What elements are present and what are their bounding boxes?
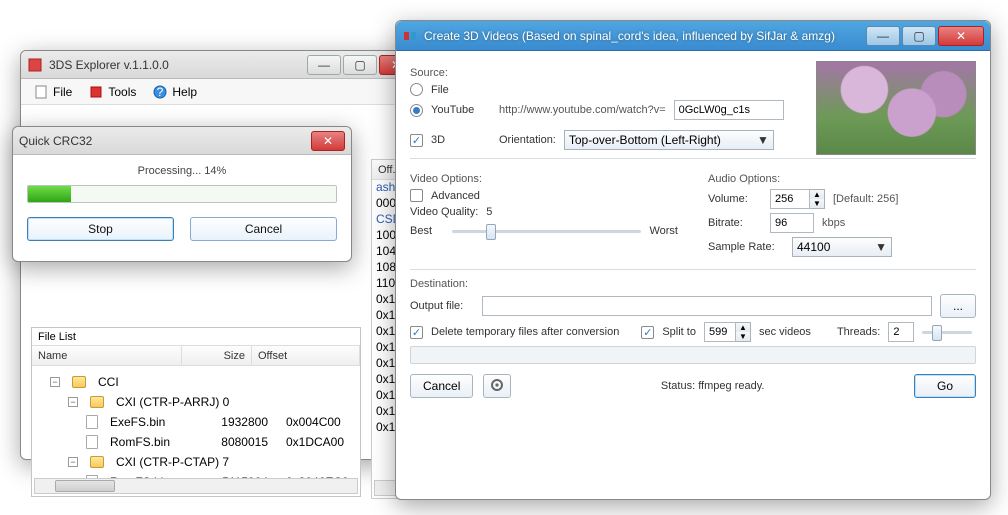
source-youtube-radio[interactable] bbox=[410, 104, 423, 117]
threed-checkbox[interactable] bbox=[410, 134, 423, 147]
audio-options-label: Audio Options: bbox=[708, 173, 976, 185]
chevron-up-icon[interactable]: ▲ bbox=[810, 190, 824, 199]
samplerate-select[interactable]: 44100▼ bbox=[792, 237, 892, 257]
chevron-up-icon[interactable]: ▲ bbox=[736, 323, 750, 332]
bitrate-unit: kbps bbox=[822, 217, 845, 229]
tree-folder-cxi0[interactable]: −CXI (CTR-P-ARRJ) 0 bbox=[36, 394, 356, 410]
create3d-window: Create 3D Videos (Based on spinal_cord's… bbox=[395, 20, 991, 500]
video-quality-slider[interactable] bbox=[452, 222, 641, 240]
video-quality-label: Video Quality: bbox=[410, 206, 478, 218]
orientation-select[interactable]: Top-over-Bottom (Left-Right)▼ bbox=[564, 130, 774, 150]
crc-titlebar[interactable]: Quick CRC32 ✕ bbox=[13, 127, 351, 155]
crc-title: Quick CRC32 bbox=[19, 134, 311, 148]
youtube-id-input[interactable]: 0GcLW0g_c1s bbox=[674, 100, 784, 120]
output-file-label: Output file: bbox=[410, 300, 474, 312]
menu-tools[interactable]: Tools bbox=[82, 82, 142, 102]
threads-value: 2 bbox=[888, 322, 914, 342]
gear-icon bbox=[490, 378, 504, 395]
col-size[interactable]: Size bbox=[182, 346, 252, 365]
close-button[interactable]: ✕ bbox=[311, 131, 345, 151]
explorer-title: 3DS Explorer v.1.1.0.0 bbox=[49, 58, 307, 72]
app-icon bbox=[402, 28, 418, 44]
tools-icon bbox=[88, 84, 104, 100]
chevron-down-icon[interactable]: ▼ bbox=[736, 332, 750, 341]
maximize-button[interactable]: ▢ bbox=[902, 26, 936, 46]
tree-folder-cxi7[interactable]: −CXI (CTR-P-CTAP) 7 bbox=[36, 454, 356, 470]
source-file-radio[interactable] bbox=[410, 83, 423, 96]
minimize-button[interactable]: — bbox=[866, 26, 900, 46]
progress-text: Processing... 14% bbox=[27, 165, 337, 177]
create3d-titlebar[interactable]: Create 3D Videos (Based on spinal_cord's… bbox=[396, 21, 990, 51]
browse-button[interactable]: ... bbox=[940, 294, 976, 318]
chevron-down-icon[interactable]: ▼ bbox=[810, 199, 824, 208]
explorer-titlebar[interactable]: 3DS Explorer v.1.1.0.0 — ▢ ✕ bbox=[21, 51, 419, 79]
split-unit: sec videos bbox=[759, 326, 811, 338]
file-icon bbox=[33, 84, 49, 100]
cancel-button[interactable]: Cancel bbox=[410, 374, 473, 398]
chevron-down-icon: ▼ bbox=[757, 133, 769, 147]
delete-temp-label: Delete temporary files after conversion bbox=[431, 326, 619, 338]
filelist-title: File List bbox=[32, 328, 360, 346]
video-quality-value: 5 bbox=[486, 206, 492, 218]
youtube-url-prefix: http://www.youtube.com/watch?v= bbox=[499, 104, 666, 116]
menu-file-label: File bbox=[53, 85, 72, 99]
col-offset-f[interactable]: Offset bbox=[252, 346, 360, 365]
minimize-button[interactable]: — bbox=[307, 55, 341, 75]
menu-help-label: Help bbox=[172, 85, 197, 99]
status-text: Status: ffmpeg ready. bbox=[521, 380, 904, 392]
advanced-label: Advanced bbox=[431, 190, 480, 202]
threads-label: Threads: bbox=[837, 326, 880, 338]
split-spinner[interactable]: 599 ▲▼ bbox=[704, 322, 751, 342]
stop-button[interactable]: Stop bbox=[27, 217, 174, 241]
volume-label: Volume: bbox=[708, 193, 762, 205]
cancel-button[interactable]: Cancel bbox=[190, 217, 337, 241]
output-file-input[interactable] bbox=[482, 296, 932, 316]
maximize-button[interactable]: ▢ bbox=[343, 55, 377, 75]
crc-window: Quick CRC32 ✕ Processing... 14% Stop Can… bbox=[12, 126, 352, 262]
menu-help[interactable]: ? Help bbox=[146, 82, 203, 102]
volume-spinner[interactable]: 256 ▲▼ bbox=[770, 189, 825, 209]
tree-file[interactable]: ExeFS.bin19328000x004C00 bbox=[36, 414, 356, 430]
close-button[interactable]: ✕ bbox=[938, 26, 984, 46]
split-checkbox[interactable] bbox=[641, 326, 654, 339]
menu-file[interactable]: File bbox=[27, 82, 78, 102]
create3d-title: Create 3D Videos (Based on spinal_cord's… bbox=[424, 29, 866, 43]
source-youtube-label: YouTube bbox=[431, 104, 491, 116]
tree-folder-cci[interactable]: −CCI bbox=[36, 374, 356, 390]
filelist-pane: File List Name Size Offset −CCI −CXI (CT… bbox=[31, 327, 361, 497]
destination-label: Destination: bbox=[410, 278, 976, 290]
tree-file[interactable]: RomFS.bin80800150x1DCA00 bbox=[36, 434, 356, 450]
delete-temp-checkbox[interactable] bbox=[410, 326, 423, 339]
split-to-label: Split to bbox=[662, 326, 696, 338]
video-options-label: Video Options: bbox=[410, 173, 678, 185]
volume-default: [Default: 256] bbox=[833, 193, 898, 205]
overall-progressbar bbox=[410, 346, 976, 364]
settings-button[interactable] bbox=[483, 374, 511, 398]
chevron-down-icon: ▼ bbox=[875, 240, 887, 254]
advanced-checkbox[interactable] bbox=[410, 189, 423, 202]
menu-tools-label: Tools bbox=[108, 85, 136, 99]
source-file-label: File bbox=[431, 84, 449, 96]
best-label: Best bbox=[410, 225, 444, 237]
menubar: File Tools ? Help bbox=[21, 79, 419, 105]
preview-image bbox=[816, 61, 976, 155]
go-button[interactable]: Go bbox=[914, 374, 976, 398]
orientation-label: Orientation: bbox=[499, 134, 556, 146]
help-icon: ? bbox=[152, 84, 168, 100]
worst-label: Worst bbox=[649, 225, 678, 237]
samplerate-label: Sample Rate: bbox=[708, 241, 784, 253]
bitrate-label: Bitrate: bbox=[708, 217, 762, 229]
bitrate-input[interactable]: 96 bbox=[770, 213, 814, 233]
threads-slider[interactable] bbox=[922, 323, 972, 341]
col-name[interactable]: Name bbox=[32, 346, 182, 365]
filelist-hscroll[interactable] bbox=[34, 478, 358, 494]
svg-text:?: ? bbox=[157, 85, 164, 99]
app-icon bbox=[27, 57, 43, 73]
progressbar bbox=[27, 185, 337, 203]
threed-label: 3D bbox=[431, 134, 491, 146]
